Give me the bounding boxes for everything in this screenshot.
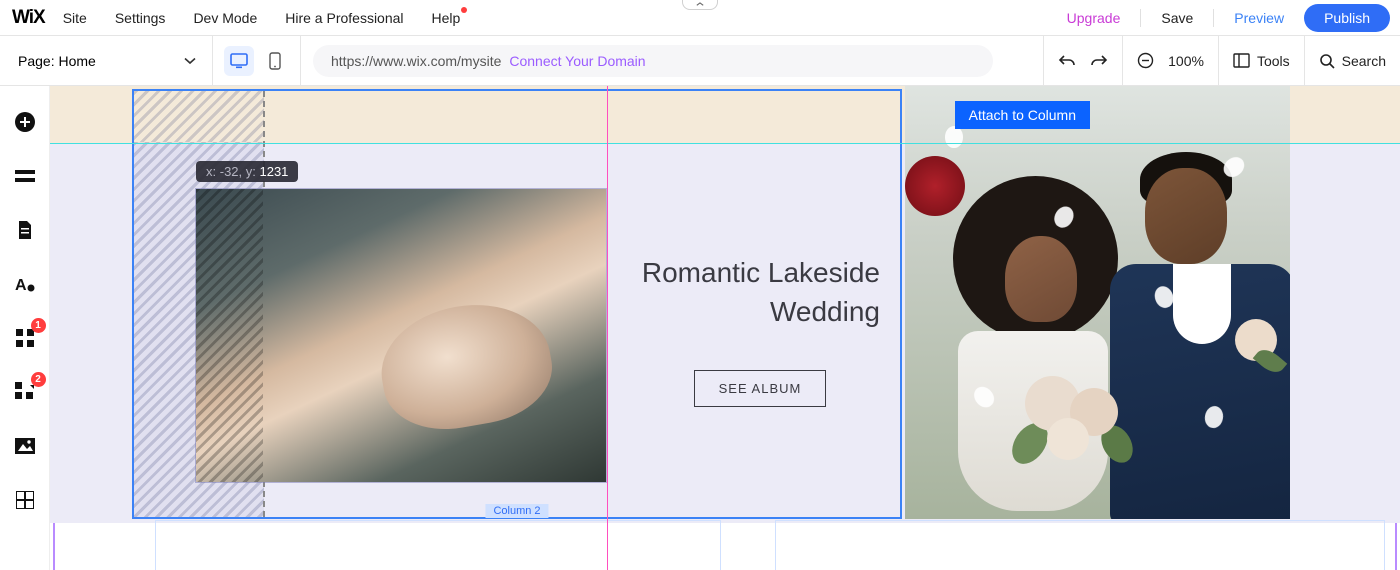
tools-button[interactable]: Tools (1233, 53, 1290, 69)
mobile-icon (269, 52, 281, 70)
rail-appmarket-badge: 2 (31, 372, 46, 387)
separator (1213, 9, 1214, 27)
rail-pages[interactable] (11, 216, 39, 244)
couple-photo[interactable] (905, 86, 1290, 519)
search-label: Search (1342, 53, 1386, 69)
search-icon (1319, 53, 1335, 69)
dragging-image-element[interactable] (196, 189, 606, 482)
zoom-out-button[interactable] (1137, 52, 1154, 69)
zoom-out-icon (1137, 52, 1154, 69)
undo-button[interactable] (1058, 53, 1076, 69)
gallery-heading: Romantic LakesideWedding (640, 254, 880, 332)
groom-figure (1115, 144, 1290, 519)
editor-canvas[interactable]: Column 2 Attach to Column x: -32, y: 123… (50, 86, 1400, 570)
see-album-button[interactable]: SEE ALBUM (694, 370, 827, 407)
bouquet (1015, 366, 1135, 496)
drag-coordinates: x: -32, y: 1231 (196, 161, 298, 182)
page-name: Home (58, 53, 95, 69)
separator (1140, 9, 1141, 27)
chevron-down-icon (184, 57, 196, 65)
svg-text:A: A (15, 277, 27, 294)
page-icon (17, 220, 33, 240)
next-column-left[interactable] (155, 520, 721, 570)
site-url: https://www.wix.com/mysite (331, 53, 501, 69)
rail-add[interactable] (11, 108, 39, 136)
rail-data[interactable] (11, 486, 39, 514)
confetti-petal (945, 126, 963, 148)
page-selector[interactable]: Page: Home (0, 36, 213, 85)
design-icon: A (15, 274, 35, 294)
tools-icon (1233, 53, 1250, 68)
url-bar[interactable]: https://www.wix.com/mysite Connect Your … (313, 45, 993, 77)
page-label-prefix: Page: (18, 53, 58, 69)
attach-to-column-button[interactable]: Attach to Column (955, 101, 1090, 129)
redo-icon (1090, 53, 1108, 69)
rail-apps[interactable]: 1 (11, 324, 39, 352)
desktop-view-button[interactable] (224, 46, 254, 76)
menu-site[interactable]: Site (63, 10, 87, 26)
menu-help[interactable]: Help (432, 10, 461, 26)
tools-label: Tools (1257, 53, 1290, 69)
menu-devmode[interactable]: Dev Mode (193, 10, 257, 26)
menu-settings[interactable]: Settings (115, 10, 166, 26)
image-outside-overlay (196, 189, 263, 482)
redo-button[interactable] (1090, 53, 1108, 69)
grid-icon (16, 491, 34, 509)
search-button[interactable]: Search (1319, 53, 1386, 69)
plus-circle-icon (13, 110, 37, 134)
rail-sections[interactable] (11, 162, 39, 190)
menu-hire[interactable]: Hire a Professional (285, 10, 403, 26)
rail-media[interactable] (11, 432, 39, 460)
preview-button[interactable]: Preview (1234, 10, 1284, 26)
publish-button[interactable]: Publish (1304, 4, 1390, 32)
apps-icon (16, 329, 34, 347)
image-icon (15, 438, 35, 454)
text-column: Romantic LakesideWedding SEE ALBUM (615, 143, 905, 518)
horizontal-guide (50, 143, 1400, 144)
undo-icon (1058, 53, 1076, 69)
collapse-notch[interactable] (682, 0, 718, 10)
sections-icon (15, 168, 35, 184)
column-label: Column 2 (485, 504, 548, 518)
wix-logo: WiX (12, 7, 45, 29)
zoom-level: 100% (1168, 53, 1204, 69)
rail-apps-badge: 1 (31, 318, 46, 333)
mobile-view-button[interactable] (260, 46, 290, 76)
rail-appmarket[interactable]: 2 (11, 378, 39, 406)
upgrade-link[interactable]: Upgrade (1067, 10, 1121, 26)
save-button[interactable]: Save (1161, 10, 1193, 26)
vertical-guide (607, 86, 608, 570)
connect-domain-link[interactable]: Connect Your Domain (509, 53, 645, 69)
desktop-icon (230, 53, 248, 69)
rail-design[interactable]: A (11, 270, 39, 298)
appmarket-icon (15, 382, 35, 402)
next-column-right[interactable] (775, 520, 1385, 570)
